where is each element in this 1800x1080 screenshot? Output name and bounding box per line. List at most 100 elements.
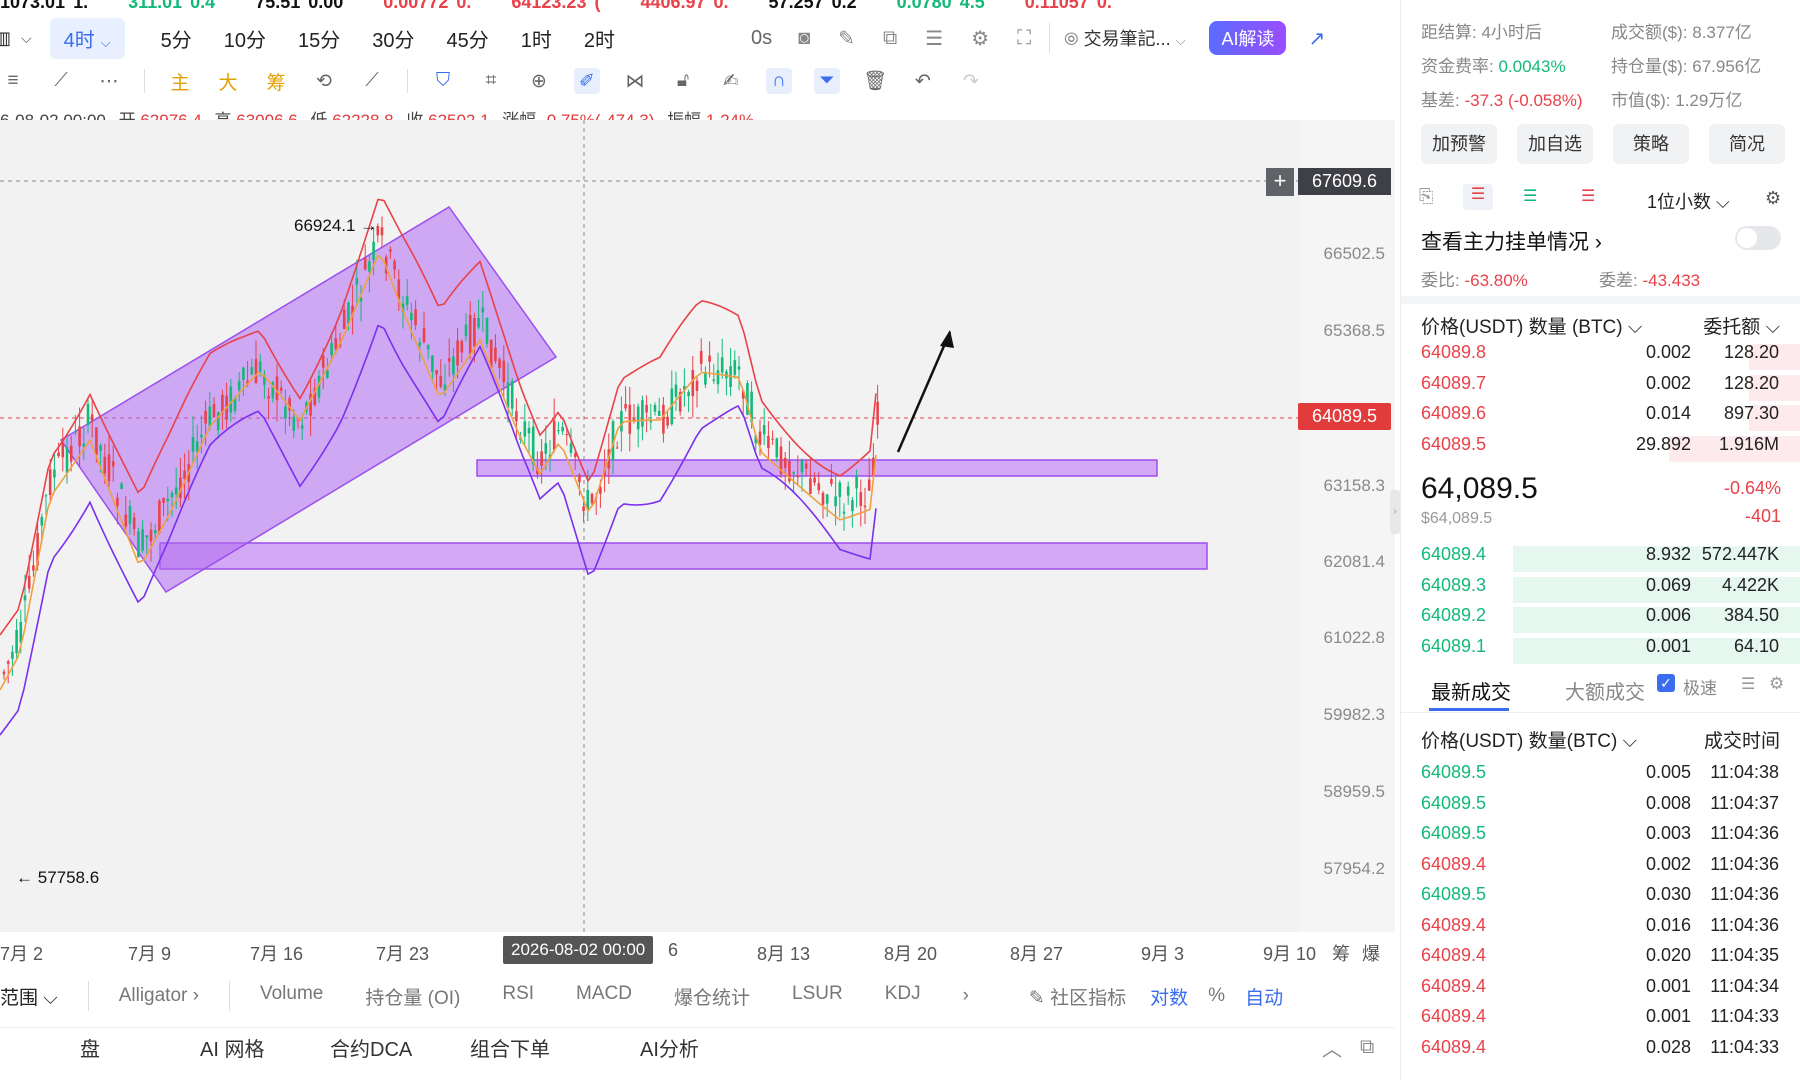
indicator-tab-1[interactable]: 持仓量 (OI) xyxy=(365,983,460,1010)
range-selector[interactable]: 范围 ⌵ xyxy=(0,983,58,1010)
ruler-draw-icon[interactable]: ⟋ xyxy=(359,68,385,94)
ask-row[interactable]: 64089.7 0.002 128.20 xyxy=(1401,373,1800,403)
add-alert-button[interactable]: 加预警 xyxy=(1421,124,1497,164)
main-orders-link[interactable]: 查看主力挂单情况 › xyxy=(1421,226,1602,256)
timeframe-3[interactable]: 15分 xyxy=(282,24,356,53)
bottom-tab-1[interactable]: AI 网格 xyxy=(200,1033,264,1062)
pattern-icon[interactable]: ⋈ xyxy=(622,68,648,94)
liquidation-axis-button[interactable]: 爆 xyxy=(1362,940,1380,966)
bottom-tab-2[interactable]: 合约DCA xyxy=(330,1033,412,1062)
magnet-icon[interactable]: ∩ xyxy=(766,68,792,94)
new-window-icon[interactable]: ⧉ xyxy=(883,27,897,50)
ruler-icon[interactable]: ⌗ xyxy=(478,68,504,94)
edit-icon[interactable]: ✍ xyxy=(718,68,744,94)
change-abs: -401 xyxy=(1744,506,1781,526)
settings-icon[interactable]: ⚙ xyxy=(971,26,989,51)
redo-icon[interactable]: ↷ xyxy=(958,68,984,94)
trade-notes-button[interactable]: ⦾ 交易筆記... ⌵ xyxy=(1064,25,1185,51)
big-orders-button[interactable]: 大 xyxy=(215,68,241,94)
fast-checkbox[interactable]: ✓ xyxy=(1657,674,1675,692)
main-indicator-button[interactable]: 主 xyxy=(167,68,193,94)
hline-icon[interactable]: ≡ xyxy=(0,68,26,94)
pencil-icon[interactable]: ✎ xyxy=(838,26,855,51)
candle-body xyxy=(372,241,375,260)
indicator-tab-6[interactable]: KDJ xyxy=(885,983,921,1010)
auto-scale-toggle[interactable]: 自动 xyxy=(1245,983,1283,1010)
timeframe-2[interactable]: 10分 xyxy=(208,24,282,53)
indicator-tab-2[interactable]: RSI xyxy=(502,983,534,1010)
ob-bids-icon[interactable]: ☰ xyxy=(1523,186,1537,206)
candle-body xyxy=(855,475,858,489)
timeframe-0[interactable]: 4时 ⌵ xyxy=(49,17,125,59)
menu-icon[interactable]: ▥ xyxy=(0,28,11,49)
chips-button[interactable]: 筹 xyxy=(263,68,289,94)
tab-big-trades[interactable]: 大额成交 xyxy=(1565,676,1645,705)
percent-scale-toggle[interactable]: % xyxy=(1208,985,1225,1007)
ob-asks-icon[interactable]: ☰ xyxy=(1581,186,1595,206)
chevron-right-icon[interactable]: › xyxy=(963,985,969,1007)
ob-header-price[interactable]: 价格(USDT) 数量 (BTC) ⌵ xyxy=(1421,312,1642,339)
more-icon[interactable]: ⋯ xyxy=(96,68,122,94)
community-indicators[interactable]: ✎ 社区指标 xyxy=(1029,983,1126,1010)
chart-canvas[interactable] xyxy=(0,120,1395,932)
log-scale-toggle[interactable]: 对数 xyxy=(1150,983,1188,1010)
popout-icon[interactable]: ⧉ xyxy=(1360,1036,1374,1059)
bid-row[interactable]: 64089.2 0.006 384.50 xyxy=(1401,605,1800,635)
bottom-tab-3[interactable]: 组合下单 xyxy=(470,1033,550,1062)
indicator-tab-0[interactable]: Volume xyxy=(260,983,323,1010)
ob-header-amount[interactable]: 委托额 ⌵ xyxy=(1703,312,1780,339)
ask-row[interactable]: 64089.5 29.892 1.916M xyxy=(1401,434,1800,464)
ask-row[interactable]: 64089.6 0.014 897.30 xyxy=(1401,403,1800,433)
timeframe-6[interactable]: 1时 xyxy=(505,24,568,53)
camera-icon[interactable]: ◙ xyxy=(798,27,810,50)
overview-button[interactable]: 简况 xyxy=(1709,124,1785,164)
tab-latest-trades[interactable]: 最新成交 xyxy=(1431,676,1511,705)
decimals-select[interactable]: 1位小数 ⌵ xyxy=(1647,188,1730,214)
sync-icon[interactable]: ⟲ xyxy=(311,68,337,94)
export-icon[interactable]: ⎘ xyxy=(1419,186,1433,207)
strategy-button[interactable]: 策略 xyxy=(1613,124,1689,164)
timeframe-4[interactable]: 30分 xyxy=(356,24,430,53)
ai-interpret-button[interactable]: AI解读 xyxy=(1209,21,1287,55)
settings-icon[interactable]: ⚙ xyxy=(1765,188,1781,209)
filter-icon[interactable]: ⏷ xyxy=(814,68,840,94)
bottom-tab-4[interactable]: AI分析 xyxy=(640,1033,699,1062)
timeframe-1[interactable]: 5分 xyxy=(145,24,208,53)
share-icon[interactable]: ↗ xyxy=(1308,26,1325,51)
price-axis[interactable]: 66502.5 65368.5 63158.3 62081.4 61022.8 59982… xyxy=(1300,120,1395,932)
price-chart[interactable]: 66502.5 65368.5 63158.3 62081.4 61022.8 59982… xyxy=(0,120,1395,964)
highlighter-icon[interactable]: ✐ xyxy=(574,68,600,94)
candle-body xyxy=(813,477,816,483)
trash-icon[interactable]: 🗑︎ xyxy=(862,68,888,94)
trendline-icon[interactable]: ⟋ xyxy=(48,68,74,94)
list-icon[interactable]: ☰ xyxy=(925,26,943,51)
arrow-head xyxy=(940,330,954,348)
settings-icon[interactable]: ⚙ xyxy=(1769,674,1784,694)
filter-icon[interactable]: ☰ xyxy=(1741,674,1755,694)
add-alert-button[interactable]: + xyxy=(1266,168,1294,196)
ask-row[interactable]: 64089.8 0.002 128.20 xyxy=(1401,342,1800,372)
ob-both-icon[interactable]: ☰ xyxy=(1463,184,1493,210)
collapse-icon[interactable]: ︿ xyxy=(1322,1033,1342,1062)
collapse-panel-handle[interactable]: › xyxy=(1390,490,1400,534)
timeframe-5[interactable]: 45分 xyxy=(431,24,505,53)
chevron-down-icon[interactable]: ⌵ xyxy=(21,30,32,47)
trades-header-price[interactable]: 价格(USDT) 数量(BTC) ⌵ xyxy=(1421,726,1637,753)
fullscreen-icon[interactable]: ⛶ xyxy=(1017,27,1031,50)
bid-row[interactable]: 64089.1 0.001 64.10 xyxy=(1401,636,1800,666)
bid-row[interactable]: 64089.3 0.069 4.422K xyxy=(1401,575,1800,605)
timeframe-7[interactable]: 2时 xyxy=(568,24,631,53)
chips-axis-button[interactable]: 筹 xyxy=(1332,940,1350,966)
indicator-tab-5[interactable]: LSUR xyxy=(792,983,843,1010)
bottom-tab-0[interactable]: 盘 xyxy=(80,1033,100,1062)
lock-icon[interactable]: 🔓︎ xyxy=(670,68,696,94)
zoom-in-icon[interactable]: ⊕ xyxy=(526,68,552,94)
alligator-indicator[interactable]: Alligator › xyxy=(119,985,199,1007)
indicator-tab-4[interactable]: 爆仓统计 xyxy=(674,983,750,1010)
bookmark-icon[interactable]: ⛉ xyxy=(430,68,456,94)
undo-icon[interactable]: ↶ xyxy=(910,68,936,94)
main-orders-toggle[interactable] xyxy=(1735,226,1781,250)
bid-row[interactable]: 64089.4 8.932 572.447K xyxy=(1401,544,1800,574)
indicator-tab-3[interactable]: MACD xyxy=(576,983,632,1010)
add-watchlist-button[interactable]: 加自选 xyxy=(1517,124,1593,164)
